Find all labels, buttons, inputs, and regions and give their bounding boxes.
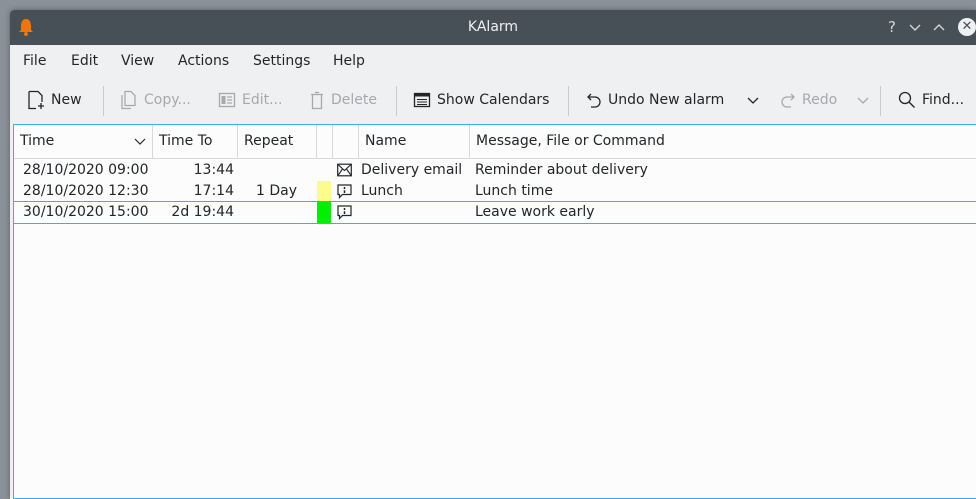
- menu-view[interactable]: View: [121, 53, 154, 69]
- chevron-down-icon: [909, 24, 921, 31]
- show-calendars-label: Show Calendars: [437, 92, 550, 108]
- alarm-name: Lunch: [361, 183, 403, 199]
- list-header: Time Time To Repeat Name Message, File o…: [14, 125, 976, 159]
- alarm-time-to: 13:44: [193, 162, 234, 178]
- undo-icon: [587, 93, 601, 108]
- new-label: New: [51, 92, 82, 108]
- menu-actions[interactable]: Actions: [178, 53, 229, 69]
- copy-button[interactable]: Copy...: [120, 78, 191, 122]
- search-icon: [898, 91, 915, 108]
- menu-help[interactable]: Help: [333, 53, 365, 69]
- kalarm-window: KAlarm ? ✕ File Edit View Actions Settin…: [10, 10, 976, 499]
- menu-edit[interactable]: Edit: [71, 53, 98, 69]
- new-document-icon: [28, 90, 44, 110]
- delete-label: Delete: [331, 92, 377, 108]
- help-button[interactable]: ?: [884, 18, 900, 36]
- calendar-list-icon: [413, 92, 431, 108]
- close-button[interactable]: ✕: [958, 18, 976, 36]
- alarm-name: Delivery email: [361, 162, 463, 178]
- toolbar-separator: [880, 86, 881, 116]
- alarm-row-selected[interactable]: 30/10/2020 15:00 2d 19:44 Leave work ear…: [14, 201, 976, 224]
- chevron-up-icon: [933, 24, 945, 31]
- message-icon: [337, 205, 352, 220]
- toolbar-separator: [568, 86, 569, 116]
- copy-label: Copy...: [144, 92, 191, 108]
- edit-label: Edit...: [242, 92, 283, 108]
- copy-icon: [121, 90, 136, 110]
- alarm-repeat: 1 Day: [256, 183, 298, 199]
- column-type[interactable]: [333, 125, 359, 158]
- column-time[interactable]: Time: [14, 125, 153, 158]
- column-time-label: Time: [20, 133, 55, 149]
- window-title: KAlarm: [467, 19, 519, 35]
- minimize-button[interactable]: [907, 18, 923, 36]
- main-toolbar: New Copy... Edit... Delete Show Calendar…: [10, 78, 976, 122]
- email-icon: [337, 163, 352, 177]
- column-time-to[interactable]: Time To: [153, 125, 238, 158]
- redo-label: Redo: [802, 92, 838, 108]
- alarm-color-swatch: [317, 181, 331, 202]
- maximize-button[interactable]: [931, 18, 947, 36]
- alarm-message: Lunch time: [475, 183, 553, 199]
- trash-icon: [311, 91, 323, 110]
- find-label: Find...: [922, 92, 965, 108]
- title-bar[interactable]: KAlarm ? ✕: [10, 10, 976, 45]
- redo-dropdown-button[interactable]: [856, 78, 870, 122]
- new-button[interactable]: New: [27, 78, 82, 122]
- column-color[interactable]: [317, 125, 333, 158]
- redo-button[interactable]: Redo: [780, 78, 837, 122]
- column-repeat[interactable]: Repeat: [238, 125, 317, 158]
- alarm-message: Reminder about delivery: [475, 162, 648, 178]
- alarm-color-swatch: [317, 202, 331, 223]
- edit-button[interactable]: Edit...: [218, 78, 282, 122]
- undo-label: Undo New alarm: [608, 92, 725, 108]
- alarm-row[interactable]: 28/10/2020 12:30 17:14 1 Day Lunch Lunch…: [14, 181, 976, 202]
- toolbar-separator: [103, 86, 104, 116]
- redo-icon: [781, 93, 795, 108]
- column-message[interactable]: Message, File or Command: [470, 125, 976, 158]
- alarm-list[interactable]: Time Time To Repeat Name Message, File o…: [13, 124, 976, 499]
- close-icon: ✕: [961, 19, 973, 34]
- edit-icon: [218, 92, 236, 108]
- show-calendars-button[interactable]: Show Calendars: [413, 78, 549, 122]
- menu-bar: File Edit View Actions Settings Help: [10, 46, 976, 76]
- message-icon: [337, 184, 352, 199]
- find-button[interactable]: Find...: [898, 78, 964, 122]
- toolbar-separator: [396, 86, 397, 116]
- menu-settings[interactable]: Settings: [253, 53, 310, 69]
- delete-button[interactable]: Delete: [309, 78, 377, 122]
- alarm-time: 28/10/2020 12:30: [23, 183, 149, 199]
- column-name[interactable]: Name: [359, 125, 470, 158]
- undo-button[interactable]: Undo New alarm: [586, 78, 724, 122]
- menu-file[interactable]: File: [23, 53, 46, 69]
- alarm-time: 30/10/2020 15:00: [23, 204, 149, 220]
- undo-dropdown-button[interactable]: [746, 78, 760, 122]
- alarm-time-to: 2d 19:44: [171, 204, 234, 220]
- alarm-message: Leave work early: [475, 204, 595, 220]
- chevron-down-icon: [747, 97, 759, 104]
- alarm-row[interactable]: 28/10/2020 09:00 13:44 Delivery email Re…: [14, 160, 976, 181]
- alarm-time-to: 17:14: [193, 183, 234, 199]
- chevron-down-icon: [134, 138, 146, 145]
- chevron-down-icon: [857, 97, 869, 104]
- alarm-time: 28/10/2020 09:00: [23, 162, 149, 178]
